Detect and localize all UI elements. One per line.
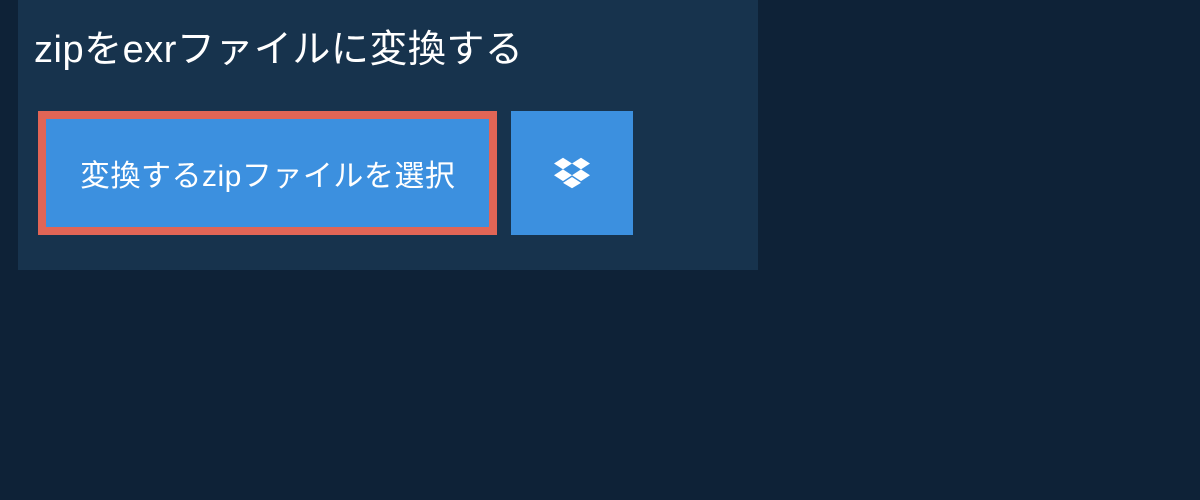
page-title: zipをexrファイルに変換する [34, 18, 602, 73]
select-file-label: 変換するzipファイルを選択 [80, 151, 455, 195]
dropbox-icon [554, 157, 590, 189]
select-file-button[interactable]: 変換するzipファイルを選択 [38, 111, 497, 235]
heading-section: zipをexrファイルに変換する [18, 0, 618, 97]
dropbox-button[interactable] [511, 111, 633, 235]
conversion-panel: zipをexrファイルに変換する 変換するzipファイルを選択 [18, 0, 758, 270]
button-row: 変換するzipファイルを選択 [18, 97, 758, 235]
